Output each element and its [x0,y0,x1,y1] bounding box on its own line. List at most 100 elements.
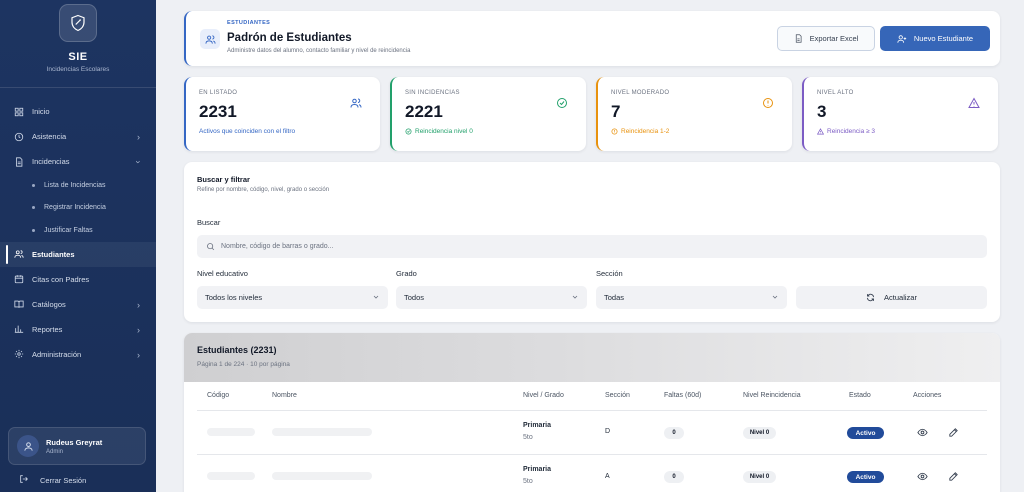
refresh-label: Actualizar [884,293,917,302]
sidebar-nav: Inicio Asistencia › Incidencias › Lista … [0,99,156,367]
export-excel-button[interactable]: Exportar Excel [777,26,875,51]
row-seccion: D [605,428,611,435]
column-header-reincidencia[interactable]: Nivel Reincidencia [743,392,801,399]
sidebar-item-incidencias[interactable]: Incidencias › [0,149,156,174]
sidebar: SIE Incidencias Escolares Inicio Asisten… [0,0,156,492]
sidebar-item-asistencia[interactable]: Asistencia › [0,124,156,149]
bullet-icon [32,228,35,232]
warning-triangle-icon [968,97,980,108]
chevron-down-icon [373,295,379,299]
stat-label: SIN INCIDENCIAS [405,90,460,96]
grado-select[interactable]: Todos [396,286,587,309]
search-input[interactable]: Nombre, código de barras o grado... [197,235,987,258]
avatar [17,435,39,457]
reincidencia-pill: Nivel 0 [743,471,776,483]
warning-triangle-icon [817,128,824,135]
sidebar-item-catalogos[interactable]: Catálogos › [0,292,156,317]
sidebar-item-reportes[interactable]: Reportes › [0,317,156,342]
sidebar-item-label: Registrar Incidencia [44,204,106,212]
stat-label: NIVEL ALTO [817,90,854,96]
logout-label: Cerrar Sesión [40,475,87,485]
sidebar-subitem-justificar[interactable]: Justificar Faltas [0,219,156,242]
bar-chart-icon [13,324,24,335]
alert-circle-icon [611,128,618,135]
chevron-down-icon [572,295,578,299]
sidebar-item-label: Inicio [32,107,50,116]
logout-link[interactable]: Cerrar Sesión [19,474,86,486]
gear-icon [13,349,24,360]
file-icon [795,34,802,43]
sidebar-item-label: Estudiantes [32,249,75,259]
stat-value: 2221 [405,102,443,121]
grado-label: Grado [396,269,417,278]
main-content: ESTUDIANTES Padrón de Estudiantes Admini… [156,0,1024,492]
nivel-label: Nivel educativo [197,269,248,278]
sidebar-item-estudiantes[interactable]: Estudiantes [0,241,156,267]
column-header-nombre[interactable]: Nombre [272,392,297,399]
refresh-icon [867,293,874,302]
users-icon [13,249,24,260]
new-student-button[interactable]: Nuevo Estudiante [880,26,990,51]
stat-value: 2231 [199,102,237,121]
stat-note: Reincidencia ≥ 3 [817,128,875,135]
seccion-select[interactable]: Todas [596,286,787,309]
chevron-down-icon: › [133,160,144,164]
nivel-select[interactable]: Todos los niveles [197,286,388,309]
redacted-code [207,472,255,480]
calendar-icon [13,274,24,285]
brand-subtitle: Incidencias Escolares [46,66,110,73]
new-student-label: Nuevo Estudiante [913,34,974,43]
row-nivel-text: Primaria [523,466,552,473]
stat-label: NIVEL MODERADO [611,90,670,96]
sidebar-item-citas[interactable]: Citas con Padres [0,267,156,292]
stat-card-nivel-moderado: NIVEL MODERADO 7 Reincidencia 1-2 [596,77,792,151]
sidebar-item-label: Justificar Faltas [44,226,93,234]
edit-icon[interactable] [948,471,959,482]
sidebar-item-label: Lista de Incidencias [44,181,106,189]
users-icon [350,98,362,108]
sidebar-subitem-registrar[interactable]: Registrar Incidencia [0,197,156,220]
column-header-codigo[interactable]: Código [207,392,229,399]
redacted-code [207,428,255,436]
column-header-estado[interactable]: Estado [849,392,871,399]
logout-icon [19,474,29,486]
chevron-down-icon [772,295,778,299]
column-header-faltas[interactable]: Faltas (60d) [664,392,701,399]
clock-icon [13,131,24,142]
alert-circle-icon [763,98,773,108]
sidebar-subitem-lista[interactable]: Lista de Incidencias [0,174,156,197]
search-icon [207,243,215,251]
check-circle-icon [405,128,412,135]
faltas-pill: 0 [664,427,684,439]
eye-icon[interactable] [917,471,928,482]
brand-title: SIE [68,51,88,63]
row-grado: 5to [523,478,533,485]
sidebar-item-label: Citas con Padres [32,274,90,284]
user-plus-icon [897,34,907,43]
user-name: Rudeus Greyrat [46,437,103,447]
sidebar-item-label: Incidencias [32,157,70,166]
edit-icon[interactable] [948,427,959,438]
eye-icon[interactable] [917,427,928,438]
chevron-right-icon: › [137,132,140,142]
students-table-card: Estudiantes (2231) Página 1 de 224 · 10 … [184,333,1000,492]
status-badge: Activo [847,427,884,439]
sidebar-item-administracion[interactable]: Administración › [0,342,156,367]
refresh-button[interactable]: Actualizar [796,286,987,309]
stat-note-text: Reincidencia ≥ 3 [827,128,876,135]
sidebar-item-label: Administración [32,349,82,359]
stat-label: EN LISTADO [199,90,238,96]
stat-note-text: Reincidencia 1-2 [621,128,670,135]
sidebar-item-label: Reportes [32,324,63,334]
user-role: Admin [46,448,64,455]
row-nivel: Primaria [523,422,551,429]
column-header-seccion[interactable]: Sección [605,392,630,399]
filters-title: Buscar y filtrar [197,175,250,184]
stat-note-text: Reincidencia nivel 0 [415,128,473,135]
bullet-icon [32,206,35,210]
user-card[interactable]: Rudeus Greyrat Admin [8,427,146,465]
filters-panel: Buscar y filtrar Refine por nombre, códi… [184,162,1000,322]
column-header-nivel-grado[interactable]: Nivel / Grado [523,392,564,399]
sidebar-item-inicio[interactable]: Inicio [0,99,156,124]
table-header-band: Estudiantes (2231) Página 1 de 224 · 10 … [184,333,1000,382]
